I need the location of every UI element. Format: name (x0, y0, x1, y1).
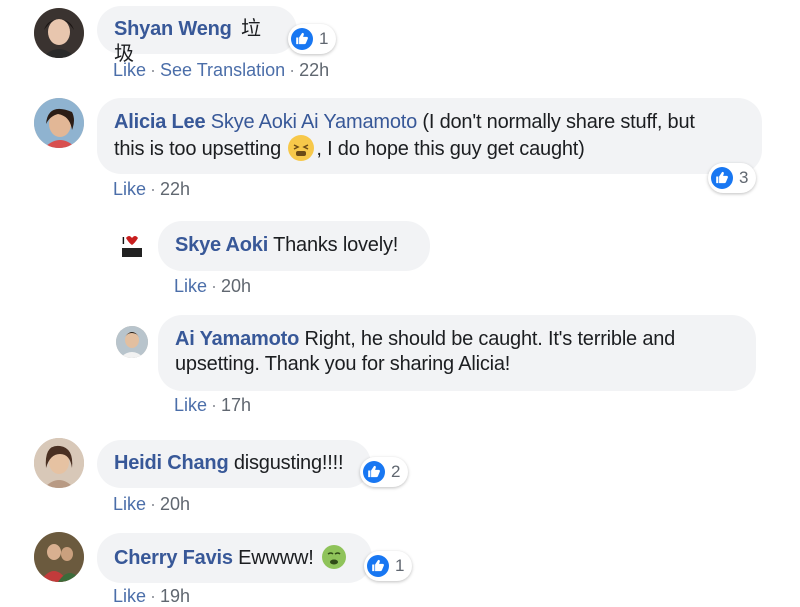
avatar-shyan-weng[interactable] (34, 8, 84, 58)
see-translation-link[interactable]: See Translation (160, 60, 285, 80)
reaction-number: 2 (391, 462, 401, 481)
comment-text-line2: upsetting. Thank you for sharing Alicia! (175, 353, 511, 375)
avatar-alicia-lee[interactable] (34, 98, 84, 148)
reaction-number: 3 (739, 168, 749, 187)
comment-text: Ewwww! (238, 547, 314, 569)
comment-author[interactable]: Heidi Chang (114, 452, 229, 474)
like-link[interactable]: Like (113, 60, 146, 80)
timestamp[interactable]: 20h (160, 494, 190, 514)
like-link[interactable]: Like (113, 179, 146, 199)
reaction-count[interactable]: 3 (708, 163, 757, 193)
timestamp[interactable]: 22h (299, 60, 329, 80)
comment-text-line2b: , I do hope this guy get caught) (316, 138, 585, 160)
timestamp[interactable]: 22h (160, 179, 190, 199)
avatar-cherry-favis[interactable] (34, 532, 84, 582)
reaction-number: 1 (319, 29, 329, 48)
reaction-count[interactable]: 1 (364, 551, 413, 581)
comment-text-line1: (I don't normally share stuff, but (422, 111, 695, 133)
comment-bubble: Cherry Favis Ewwww! (97, 533, 372, 583)
like-thumb-icon (363, 461, 385, 483)
comment-author[interactable]: Cherry Favis (114, 547, 233, 569)
reaction-count[interactable]: 2 (360, 457, 409, 487)
comment-text: disgusting!!!! (233, 452, 344, 474)
timestamp[interactable]: 17h (221, 395, 251, 415)
avatar-ai-yamamoto[interactable] (116, 326, 148, 358)
comment-bubble: Heidi Chang disgusting!!!! (97, 440, 371, 488)
comment-text-line2a: this is too upsetting (114, 138, 282, 160)
comment-meta: Like · See Translation · 22h (113, 60, 330, 80)
like-link[interactable]: Like (174, 276, 207, 296)
like-thumb-icon (711, 167, 733, 189)
like-thumb-icon (291, 28, 313, 50)
reaction-number: 1 (395, 556, 405, 575)
svg-text:I: I (122, 236, 125, 247)
comment-author[interactable]: Shyan Weng (114, 18, 232, 40)
comment-author[interactable]: Ai Yamamoto (175, 328, 299, 350)
like-link[interactable]: Like (113, 494, 146, 514)
comment-meta: Like · 20h (174, 276, 252, 296)
like-link[interactable]: Like (174, 395, 207, 415)
comment-meta: Like · 17h (174, 395, 252, 415)
avatar-heidi-chang[interactable] (34, 438, 84, 488)
comment-author[interactable]: Alicia Lee (114, 111, 206, 133)
reply-bubble: Skye Aoki Thanks lovely! (158, 221, 430, 271)
reaction-count[interactable]: 1 (288, 24, 337, 54)
comment-author[interactable]: Skye Aoki (175, 234, 268, 256)
comment-meta: Like · 22h (113, 179, 191, 199)
timestamp[interactable]: 20h (221, 276, 251, 296)
comment-meta: Like · 19h (113, 586, 191, 606)
comment-text-line1: Right, he should be caught. It's terribl… (304, 328, 676, 350)
timestamp[interactable]: 19h (160, 586, 190, 606)
tired-face-icon (288, 135, 315, 161)
comment-bubble: Shyan Weng 垃圾 (97, 6, 297, 65)
nauseated-face-icon (321, 544, 347, 570)
like-link[interactable]: Like (113, 586, 146, 606)
mentions[interactable]: Skye Aoki Ai Yamamoto (211, 111, 417, 133)
comment-text: Thanks lovely! (273, 234, 399, 256)
reply-bubble: Ai Yamamoto Right, he should be caught. … (158, 315, 756, 391)
comment-bubble: Alicia Lee Skye Aoki Ai Yamamoto (I don'… (97, 98, 762, 174)
avatar-skye-aoki[interactable]: I (116, 230, 148, 262)
like-thumb-icon (367, 555, 389, 577)
comment-meta: Like · 20h (113, 494, 191, 514)
